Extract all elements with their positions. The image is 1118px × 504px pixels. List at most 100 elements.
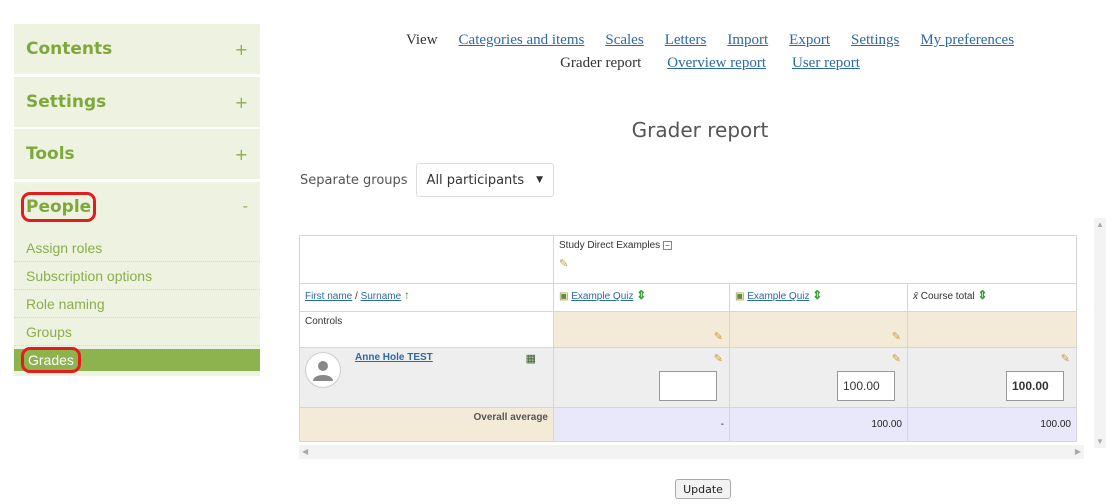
nav-categories-items-link[interactable]: Categories and items [459,32,585,49]
grader-table: Study Direct Examples − ✎ First name / S… [299,235,1077,442]
category-header: Study Direct Examples − ✎ [553,235,1077,284]
course-total-icon: x̄ [913,291,918,302]
sidebar-item-subscription-options[interactable]: Subscription options [14,262,260,290]
vertical-scrollbar[interactable]: ▲ ▼ [1094,218,1106,448]
average-cell: 100.00 [729,407,908,442]
nav-export-link[interactable]: Export [789,32,830,49]
groups-filter: Separate groups All participants ▼ [300,163,555,197]
controls-cell: ✎ [553,311,730,348]
sidebar-section-contents[interactable]: Contents + [14,24,260,74]
sidebar-item-groups[interactable]: Groups [14,318,260,346]
controls-row: Controls ✎ ✎ [299,311,1077,348]
sort-arrow-icon[interactable]: ↑ [404,288,410,302]
table-row: Anne Hole TEST ▦ ✎ ✎ 100.00 ✎ 100.00 [299,347,1077,408]
sidebar-section-tools[interactable]: Tools + [14,129,260,179]
horizontal-scrollbar[interactable]: ◀ ▶ [299,445,1084,459]
update-button[interactable]: Update [675,479,731,499]
header-row: First name / Surname ↑ ▣ Example Quiz ⇕ … [299,283,1077,312]
scroll-up-icon[interactable]: ▲ [1096,220,1104,229]
student-cell: Anne Hole TEST ▦ [299,347,554,408]
column-header-quiz-2: ▣ Example Quiz ⇕ [729,283,908,312]
people-menu: Assign roles Subscription options Role n… [14,234,260,373]
column-header-link[interactable]: Example Quiz [571,291,633,302]
controls-label: Controls [299,311,554,348]
sidebar-item-label: Grades [21,347,81,373]
edit-pencil-icon[interactable]: ✎ [559,257,1071,270]
user-icon [313,361,333,381]
sort-first-name-link[interactable]: First name [305,291,352,302]
avatar[interactable] [305,352,341,388]
sort-arrows-icon[interactable]: ⇕ [977,288,987,302]
grade-cell: ✎ [553,347,730,408]
collapse-icon[interactable]: - [243,198,248,216]
edit-pencil-icon[interactable]: ✎ [892,352,901,365]
sort-surname-link[interactable]: Surname [361,291,402,302]
page-title: Grader report [631,118,769,142]
nav-overview-report-link[interactable]: Overview report [667,55,766,72]
sidebar-section-title: Contents [26,39,113,59]
quiz-icon: ▣ [559,291,569,302]
edit-pencil-icon[interactable]: ✎ [892,330,901,343]
average-cell: 100.00 [907,407,1077,442]
expand-icon[interactable]: + [235,145,248,164]
nav-user-report-link[interactable]: User report [792,55,860,72]
sort-arrows-icon[interactable]: ⇕ [636,288,646,302]
category-row: Study Direct Examples − ✎ [299,235,1077,284]
course-total-input[interactable]: 100.00 [1006,371,1064,401]
sidebar-item-assign-roles[interactable]: Assign roles [14,234,260,262]
nav-import-link[interactable]: Import [727,32,768,49]
overall-average-label: Overall average [299,407,554,442]
category-name: Study Direct Examples [559,240,661,251]
empty-cell [299,235,554,284]
nav-grader-report: Grader report [560,55,642,71]
column-header-quiz-1: ▣ Example Quiz ⇕ [553,283,730,312]
nav-row-secondary: Grader report Overview report User repor… [360,55,1060,72]
overall-average-row: Overall average - 100.00 100.00 [299,407,1077,442]
name-sort-header: First name / Surname ↑ [299,283,554,312]
nav-row-primary: View Categories and items Scales Letters… [360,32,1060,49]
groups-label: Separate groups [300,172,408,188]
grade-cell: ✎ 100.00 [729,347,908,408]
separator: / [352,291,361,302]
expand-icon[interactable]: + [235,93,248,112]
groups-select[interactable]: All participants ▼ [415,163,555,197]
scroll-left-icon[interactable]: ◀ [302,447,308,456]
sidebar-section-settings[interactable]: Settings + [14,77,260,127]
quiz-icon: ▣ [735,291,745,302]
groups-selected-value: All participants [426,172,525,188]
grade-cell: ✎ 100.00 [907,347,1077,408]
scroll-right-icon[interactable]: ▶ [1075,447,1081,456]
column-header-course-total: x̄ Course total ⇕ [907,283,1077,312]
sidebar-section-title: Tools [26,144,75,164]
people-header[interactable]: People - [14,182,260,232]
controls-cell: ✎ [729,311,908,348]
nav-settings-link[interactable]: Settings [851,32,899,49]
edit-pencil-icon[interactable]: ✎ [714,330,723,343]
column-header-link[interactable]: Example Quiz [747,291,809,302]
sidebar-section-title: Settings [26,92,107,112]
grade-input[interactable] [659,371,717,401]
dropdown-arrow-icon: ▼ [536,175,544,185]
grade-input[interactable]: 100.00 [837,371,895,401]
student-name-link[interactable]: Anne Hole TEST [355,352,433,363]
sidebar-section-people: People - Assign roles Subscription optio… [14,182,260,376]
edit-pencil-icon[interactable]: ✎ [1061,352,1070,365]
nav-view: View [405,32,438,48]
average-cell: - [553,407,730,442]
grade-navigation: View Categories and items Scales Letters… [360,32,1060,72]
nav-letters-link[interactable]: Letters [665,32,707,49]
grader-table-container: Study Direct Examples − ✎ First name / S… [299,235,1077,445]
column-header-label: Course total [920,291,975,302]
collapse-category-icon[interactable]: − [662,241,672,250]
sidebar-item-grades[interactable]: Grades [14,347,260,373]
edit-pencil-icon[interactable]: ✎ [714,352,723,365]
nav-my-preferences-link[interactable]: My preferences [920,32,1014,49]
sort-arrows-icon[interactable]: ⇕ [812,288,822,302]
nav-scales-link[interactable]: Scales [605,32,643,49]
sidebar-section-title: People [20,192,97,222]
expand-icon[interactable]: + [235,40,248,59]
sidebar-item-role-naming[interactable]: Role naming [14,290,260,318]
scroll-down-icon[interactable]: ▼ [1096,437,1104,446]
grid-icon[interactable]: ▦ [526,352,536,365]
sidebar: Contents + Settings + Tools + People - A… [14,0,260,504]
